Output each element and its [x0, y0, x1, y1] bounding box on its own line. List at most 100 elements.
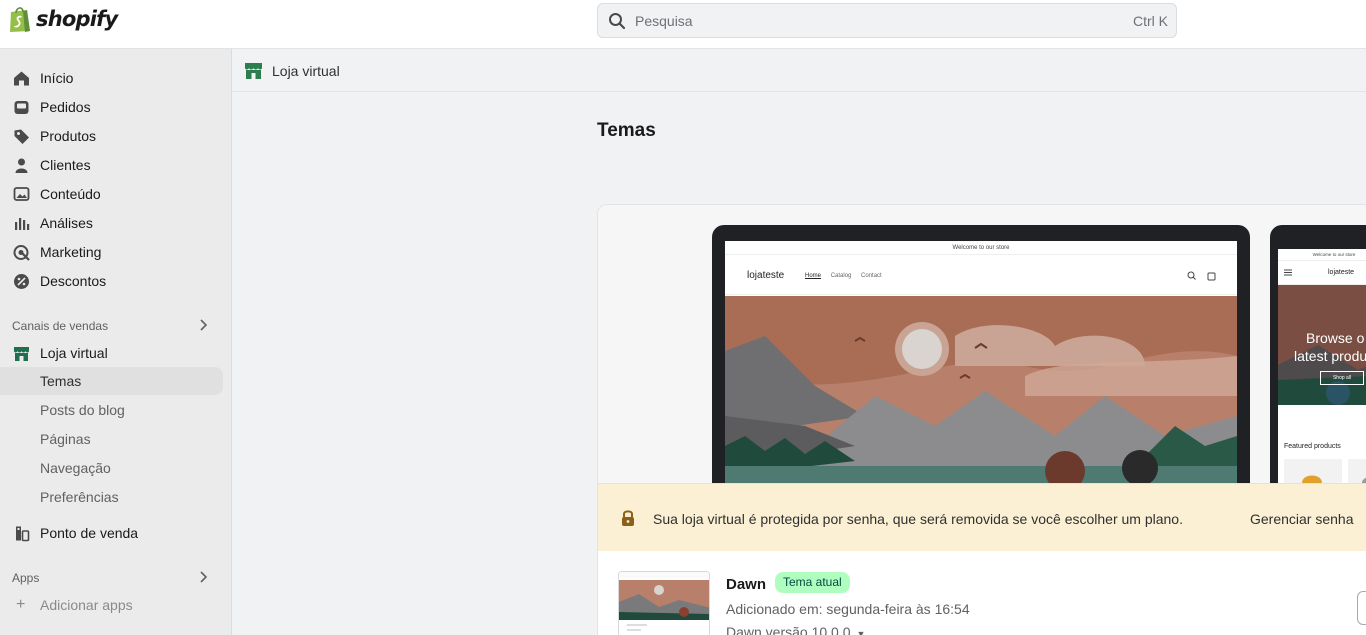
theme-thumbnail [618, 571, 710, 635]
hero-line: latest produ [1294, 348, 1366, 364]
shopify-logo[interactable]: shopify [8, 5, 118, 33]
hero-text: Browse o latest produ [1294, 329, 1366, 365]
sidebar-subitem-label: Posts do blog [40, 402, 125, 418]
apps-heading: Apps [12, 571, 40, 585]
sidebar-item-pedidos[interactable]: Pedidos [0, 93, 232, 121]
menu-icon [1284, 269, 1292, 276]
sidebar-item-label: Pedidos [40, 99, 91, 115]
search-placeholder: Pesquisa [635, 13, 693, 29]
manage-password-link[interactable]: Gerenciar senha [1250, 511, 1354, 527]
theme-thumbnail-image [619, 572, 709, 635]
theme-preview: Welcome to our store lojateste Home Cata… [598, 205, 1366, 501]
mobile-preview-screen: Welcome to our store lojateste Browse o … [1278, 249, 1366, 495]
lock-icon [622, 510, 634, 526]
plus-icon: + [16, 596, 26, 613]
sidebar-item-inicio[interactable]: Início [0, 64, 232, 92]
sidebar-item-label: Loja virtual [40, 345, 108, 361]
sidebar-item-label: Ponto de venda [40, 525, 139, 541]
hero-line: Browse o [1306, 330, 1365, 346]
sidebar-item-clientes[interactable]: Clientes [0, 151, 232, 179]
current-theme-badge: Tema atual [775, 572, 850, 593]
store-nav-item: Home [805, 273, 822, 279]
store-name: lojateste [747, 270, 785, 281]
desktop-preview: Welcome to our store lojateste Home Cata… [712, 225, 1250, 501]
search-icon [609, 13, 626, 30]
bar-chart-icon [15, 218, 30, 230]
password-protection-banner: Sua loja virtual é protegida por senha, … [598, 483, 1366, 551]
sidebar-item-ponto-de-venda[interactable]: Ponto de venda [0, 519, 232, 547]
sidebar-subitem-posts-do-blog[interactable]: Posts do blog [0, 396, 232, 424]
sidebar-item-label: Conteúdo [40, 186, 101, 202]
sidebar-item-label: Análises [40, 215, 93, 231]
sidebar-item-label: Início [40, 70, 74, 86]
sidebar-item-label: Produtos [40, 128, 97, 144]
tag-icon [14, 129, 29, 144]
add-apps-button[interactable]: + Adicionar apps [0, 591, 232, 619]
store-header: lojateste [1278, 261, 1366, 285]
sidebar-subitem-label: Navegação [40, 460, 111, 476]
store-icon [14, 347, 29, 361]
theme-name: Dawn [726, 576, 767, 593]
sales-channels-heading: Canais de vendas [12, 319, 109, 333]
hero-banner: Browse o latest produ Shop all [1278, 285, 1366, 405]
store-nav-item: Catalog [830, 273, 852, 279]
sidebar-subitem-paginas[interactable]: Páginas [0, 425, 232, 453]
sidebar-item-conteudo[interactable]: Conteúdo [0, 180, 232, 208]
sidebar-subitem-label: Temas [40, 373, 82, 389]
sidebar-subitem-navegacao[interactable]: Navegação [0, 454, 232, 482]
image-icon [13, 187, 30, 201]
sidebar-subitem-preferencias[interactable]: Preferências [0, 483, 232, 511]
chevron-right-icon[interactable] [198, 319, 208, 331]
sidebar-subitem-label: Páginas [40, 431, 91, 447]
announcement-bar: Welcome to our store [725, 241, 1237, 255]
inbox-icon [14, 101, 29, 114]
caret-down-icon: ▼ [856, 629, 866, 635]
sidebar: Início Pedidos Produtos Clientes Conteúd… [0, 49, 232, 635]
breadcrumb-label[interactable]: Loja virtual [272, 63, 340, 79]
pos-icon [16, 526, 30, 542]
featured-products-heading: Featured products [1284, 443, 1341, 450]
announcement-bar: Welcome to our store [1278, 249, 1366, 261]
store-header: lojateste Home Catalog Contact [725, 255, 1237, 295]
search-bar[interactable]: Pesquisa Ctrl K [597, 3, 1177, 38]
sidebar-subitem-temas[interactable]: Temas [0, 367, 232, 395]
shopify-bag-icon [10, 7, 30, 32]
chevron-right-icon[interactable] [198, 571, 208, 583]
theme-actions-button[interactable] [1357, 591, 1366, 625]
search-shortcut: Ctrl K [1133, 13, 1168, 29]
logo-text: shopify [36, 7, 118, 31]
theme-version-dropdown[interactable]: Dawn versão 10.0.0 ▼ [726, 624, 865, 635]
active-indicator [0, 367, 223, 395]
sidebar-item-label: Clientes [40, 157, 91, 173]
mobile-preview: Welcome to our store lojateste Browse o … [1270, 225, 1366, 495]
sidebar-item-marketing[interactable]: Marketing [0, 238, 232, 266]
discount-icon [14, 274, 29, 289]
sidebar-item-label: Descontos [40, 273, 107, 289]
password-banner-text: Sua loja virtual é protegida por senha, … [653, 511, 1183, 527]
store-nav-item: Contact [861, 273, 882, 279]
sidebar-item-label: Marketing [40, 244, 102, 260]
breadcrumb-bar: Loja virtual [232, 49, 1366, 92]
shop-all-button: Shop all [1320, 371, 1364, 385]
sidebar-item-loja-virtual[interactable]: Loja virtual [0, 339, 232, 367]
person-icon [15, 158, 28, 173]
store-icon [245, 63, 262, 79]
home-icon [14, 71, 29, 86]
top-bar: shopify Pesquisa Ctrl K [0, 0, 1366, 49]
sidebar-subitem-label: Preferências [40, 489, 119, 505]
hero-illustration [725, 296, 1237, 501]
sidebar-item-descontos[interactable]: Descontos [0, 267, 232, 295]
store-name: lojateste [1328, 269, 1355, 276]
store-nav: Home Catalog Contact [805, 273, 890, 279]
theme-added-date: Adicionado em: segunda-feira às 16:54 [726, 601, 970, 617]
page-title: Temas [597, 120, 656, 141]
sidebar-item-produtos[interactable]: Produtos [0, 122, 232, 150]
store-header-icons [1187, 271, 1216, 281]
add-apps-label: Adicionar apps [40, 597, 133, 613]
desktop-preview-screen: Welcome to our store lojateste Home Cata… [725, 241, 1237, 501]
theme-version-label: Dawn versão 10.0.0 [726, 624, 851, 635]
sidebar-item-analises[interactable]: Análises [0, 209, 232, 237]
target-icon [13, 245, 30, 261]
current-theme-row: Dawn Tema atual Adicionado em: segunda-f… [598, 551, 1366, 635]
current-theme-card: Welcome to our store lojateste Home Cata… [597, 204, 1366, 635]
